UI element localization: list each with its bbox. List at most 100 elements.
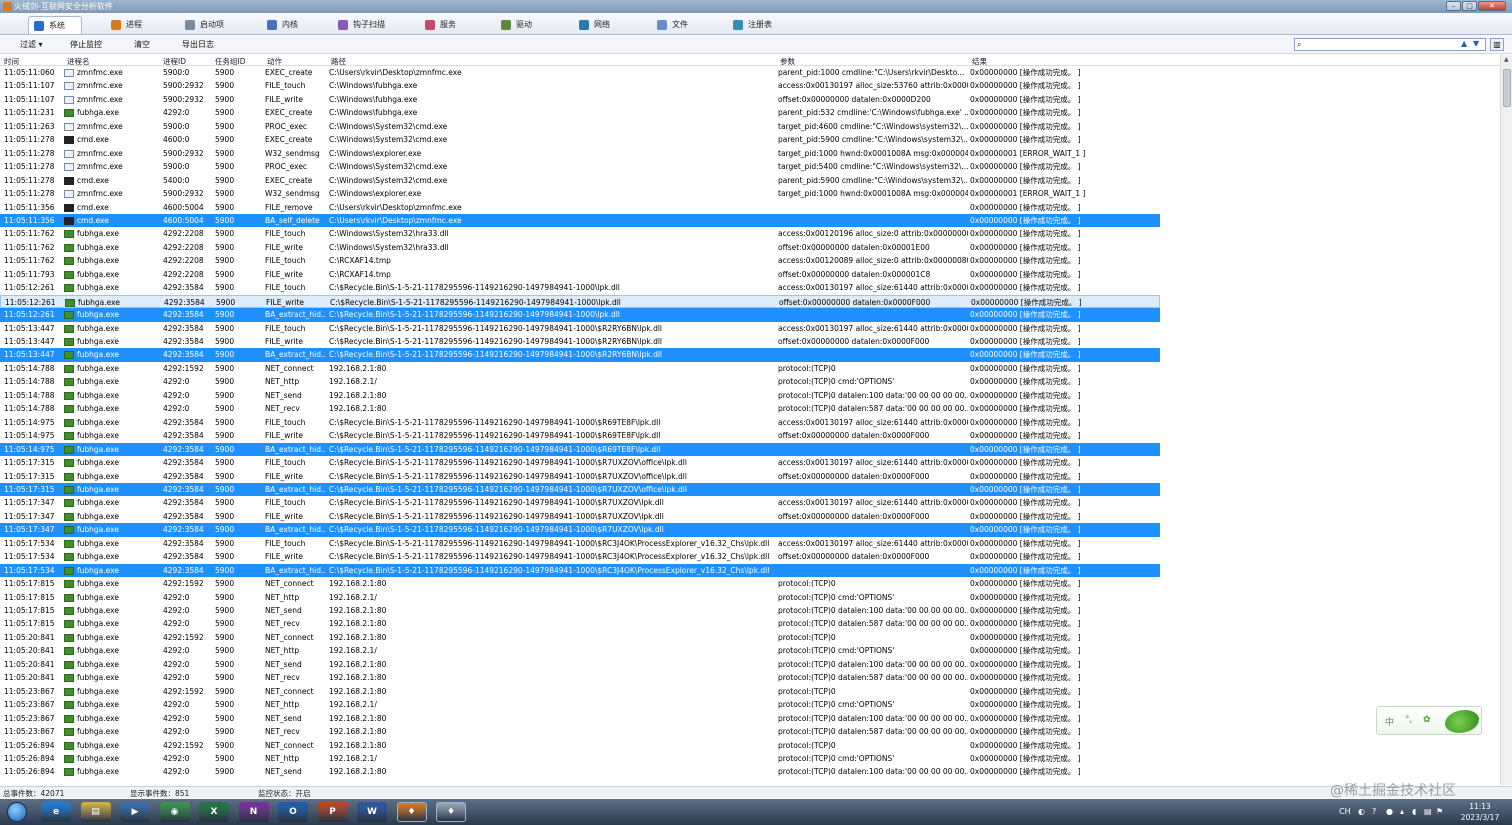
table-row[interactable]: 11:05:17:315 fubhga.exe 4292:3584 5900 FILE_…	[0, 470, 1160, 483]
table-row[interactable]: 11:05:23:867 fubhga.exe 4292:1592 5900 NET_c…	[0, 685, 1160, 698]
table-row[interactable]: 11:05:20:841 fubhga.exe 4292:0 5900 NET_send…	[0, 658, 1160, 671]
network-tray-icon[interactable]: ▤	[1424, 807, 1432, 816]
tab-driver[interactable]: 驱动	[496, 16, 562, 34]
table-row[interactable]: 11:05:11:762 fubhga.exe 4292:2208 5900 FILE_…	[0, 254, 1160, 267]
table-row[interactable]: 11:05:26:894 fubhga.exe 4292:0 5900 NET_http…	[0, 752, 1160, 765]
table-row[interactable]: 11:05:17:815 fubhga.exe 4292:1592 5900 NET_c…	[0, 577, 1160, 590]
table-row[interactable]: 11:05:11:278 cmd.exe 5400:0 5900 EXEC_create…	[0, 174, 1160, 187]
table-row[interactable]: 11:05:11:356 cmd.exe 4600:5004 5900 BA_self_…	[0, 213, 1160, 228]
action-center-icon[interactable]: ⚑	[1436, 807, 1443, 816]
table-row[interactable]: 11:05:11:107 zmnfmc.exe 5900:2932 5900 FILE_…	[0, 79, 1160, 92]
table-row[interactable]: 11:05:17:315 fubhga.exe 4292:3584 5900 FILE_…	[0, 456, 1160, 469]
table-row[interactable]: 11:05:17:815 fubhga.exe 4292:0 5900 NET_send…	[0, 604, 1160, 617]
table-row[interactable]: 11:05:17:815 fubhga.exe 4292:0 5900 NET_recv…	[0, 617, 1160, 630]
tray-app-icon[interactable]: ●	[1386, 807, 1393, 816]
search-prev-button[interactable]: ▲	[1461, 39, 1467, 48]
tab-startup[interactable]: 启动项	[180, 16, 246, 34]
table-row[interactable]: 11:05:23:867 fubhga.exe 4292:0 5900 NET_http…	[0, 698, 1160, 711]
table-row[interactable]: 11:05:17:315 fubhga.exe 4292:3584 5900 BA_ex…	[0, 482, 1160, 497]
start-button[interactable]	[2, 799, 32, 825]
table-row[interactable]: 11:05:11:060 zmnfmc.exe 5900:0 5900 EXEC_cre…	[0, 66, 1160, 79]
clock[interactable]: 11:13 2023/3/17	[1452, 801, 1508, 823]
table-row[interactable]: 11:05:17:347 fubhga.exe 4292:3584 5900 BA_ex…	[0, 523, 1160, 537]
table-row[interactable]: 11:05:11:231 fubhga.exe 4292:0 5900 EXEC_cre…	[0, 106, 1160, 119]
tab-file[interactable]: 文件	[652, 16, 718, 34]
table-row[interactable]: 11:05:12:261 fubhga.exe 4292:3584 5900 FILE_…	[0, 281, 1160, 294]
table-row[interactable]: 11:05:14:788 fubhga.exe 4292:1592 5900 NET_c…	[0, 362, 1160, 375]
table-row[interactable]: 11:05:17:534 fubhga.exe 4292:3584 5900 FILE_…	[0, 537, 1160, 550]
tray-app-icon[interactable]: ◐	[1358, 807, 1365, 816]
search-input[interactable]	[1308, 39, 1456, 50]
table-row[interactable]: 11:05:20:841 fubhga.exe 4292:1592 5900 NET_c…	[0, 631, 1160, 644]
view-menu-icon[interactable]: ▥	[1490, 38, 1504, 51]
volume-icon[interactable]: ◖	[1412, 807, 1416, 816]
powerpoint-icon[interactable]: P	[317, 802, 348, 822]
stop-monitor-button[interactable]: 停止监控	[70, 39, 102, 50]
table-row[interactable]: 11:05:11:762 fubhga.exe 4292:2208 5900 FILE_…	[0, 227, 1160, 240]
ime-toolbar[interactable]: 中 °, ✿	[1376, 706, 1482, 735]
table-row[interactable]: 11:05:12:261 fubhga.exe 4292:3584 5900 BA_ex…	[0, 308, 1160, 322]
ime-punctuation[interactable]: °,	[1405, 715, 1412, 725]
clear-button[interactable]: 清空	[134, 39, 150, 50]
table-row[interactable]: 11:05:12:261 fubhga.exe 4292:3584 5900 FILE_…	[0, 294, 1160, 309]
table-row[interactable]: 11:05:11:278 zmnfmc.exe 5900:0 5900 PROC_exe…	[0, 160, 1160, 173]
table-row[interactable]: 11:05:17:815 fubhga.exe 4292:0 5900 NET_http…	[0, 591, 1160, 604]
scroll-thumb[interactable]	[1503, 69, 1511, 107]
table-row[interactable]: 11:05:11:278 zmnfmc.exe 5900:2932 5900 W32_s…	[0, 187, 1160, 200]
table-row[interactable]: 11:05:20:841 fubhga.exe 4292:0 5900 NET_recv…	[0, 671, 1160, 684]
table-row[interactable]: 11:05:14:788 fubhga.exe 4292:0 5900 NET_send…	[0, 389, 1160, 402]
huorong-sword-icon[interactable]: ♦	[436, 802, 466, 822]
minimize-button[interactable]: –	[1446, 1, 1461, 11]
table-row[interactable]: 11:05:26:894 fubhga.exe 4292:1592 5900 NET_c…	[0, 739, 1160, 752]
tab-kernel[interactable]: 内核	[262, 16, 328, 34]
table-row[interactable]: 11:05:17:347 fubhga.exe 4292:3584 5900 FILE_…	[0, 510, 1160, 523]
outlook-icon[interactable]: O	[278, 802, 308, 822]
language-indicator[interactable]: CH	[1339, 807, 1351, 816]
table-row[interactable]: 11:05:17:347 fubhga.exe 4292:3584 5900 FILE_…	[0, 496, 1160, 509]
table-row[interactable]: 11:05:14:788 fubhga.exe 4292:0 5900 NET_recv…	[0, 402, 1160, 415]
scroll-up-icon[interactable]: ▲	[1504, 56, 1509, 63]
table-row[interactable]: 11:05:13:447 fubhga.exe 4292:3584 5900 BA_ex…	[0, 348, 1160, 362]
tab-system[interactable]: 系统	[28, 16, 82, 34]
table-row[interactable]: 11:05:11:278 cmd.exe 4600:0 5900 EXEC_create…	[0, 133, 1160, 146]
table-row[interactable]: 11:05:11:356 cmd.exe 4600:5004 5900 FILE_rem…	[0, 201, 1160, 214]
help-icon[interactable]: ?	[1372, 807, 1376, 816]
tab-registry[interactable]: 注册表	[728, 16, 794, 34]
show-hidden-icons[interactable]: ▴	[1400, 807, 1404, 816]
tab-network[interactable]: 网络	[574, 16, 640, 34]
table-row[interactable]: 11:05:14:975 fubhga.exe 4292:3584 5900 FILE_…	[0, 429, 1160, 442]
vertical-scrollbar[interactable]: ▲	[1500, 55, 1512, 785]
filter-dropdown[interactable]: 过滤 ▾	[20, 39, 43, 50]
word-icon[interactable]: W	[357, 802, 387, 822]
huorong-icon[interactable]: ♦	[396, 802, 427, 822]
table-row[interactable]: 11:05:23:867 fubhga.exe 4292:0 5900 NET_send…	[0, 712, 1160, 725]
table-row[interactable]: 11:05:14:975 fubhga.exe 4292:3584 5900 BA_ex…	[0, 442, 1160, 457]
ie-icon[interactable]: e	[41, 802, 71, 822]
tab-hook-scan[interactable]: 钩子扫描	[333, 16, 399, 34]
table-row[interactable]: 11:05:26:894 fubhga.exe 4292:0 5900 NET_send…	[0, 765, 1160, 778]
table-row[interactable]: 11:05:17:534 fubhga.exe 4292:3584 5900 BA_ex…	[0, 563, 1160, 578]
table-row[interactable]: 11:05:13:447 fubhga.exe 4292:3584 5900 FILE_…	[0, 322, 1160, 335]
maximize-button[interactable]: □	[1462, 1, 1477, 11]
table-row[interactable]: 11:05:11:107 zmnfmc.exe 5900:2932 5900 FILE_…	[0, 93, 1160, 106]
tab-service[interactable]: 服务	[420, 16, 486, 34]
table-row[interactable]: 11:05:11:762 fubhga.exe 4292:2208 5900 FILE_…	[0, 241, 1160, 254]
onenote-icon[interactable]: N	[238, 802, 269, 822]
table-row[interactable]: 11:05:23:867 fubhga.exe 4292:0 5900 NET_recv…	[0, 725, 1160, 738]
table-row[interactable]: 11:05:13:447 fubhga.exe 4292:3584 5900 FILE_…	[0, 335, 1160, 348]
table-row[interactable]: 11:05:17:534 fubhga.exe 4292:3584 5900 FILE_…	[0, 550, 1160, 563]
table-row[interactable]: 11:05:14:788 fubhga.exe 4292:0 5900 NET_http…	[0, 375, 1160, 388]
chrome-icon[interactable]: ◉	[159, 802, 190, 822]
media-player-icon[interactable]: ▶	[120, 802, 150, 822]
ime-chinese-mode[interactable]: 中	[1385, 715, 1394, 728]
search-next-button[interactable]: ▼	[1473, 39, 1479, 48]
tab-process[interactable]: 进程	[106, 16, 172, 34]
ime-skin[interactable]: ✿	[1423, 715, 1431, 725]
table-row[interactable]: 11:05:11:793 fubhga.exe 4292:2208 5900 FILE_…	[0, 268, 1160, 281]
excel-icon[interactable]: X	[199, 802, 229, 822]
table-row[interactable]: 11:05:11:278 zmnfmc.exe 5900:2932 5900 W32_s…	[0, 147, 1160, 160]
table-row[interactable]: 11:05:11:263 zmnfmc.exe 5900:0 5900 PROC_exe…	[0, 120, 1160, 133]
close-button[interactable]: ✕	[1478, 1, 1506, 11]
table-row[interactable]: 11:05:14:975 fubhga.exe 4292:3584 5900 FILE_…	[0, 416, 1160, 429]
table-row[interactable]: 11:05:20:841 fubhga.exe 4292:0 5900 NET_http…	[0, 644, 1160, 657]
